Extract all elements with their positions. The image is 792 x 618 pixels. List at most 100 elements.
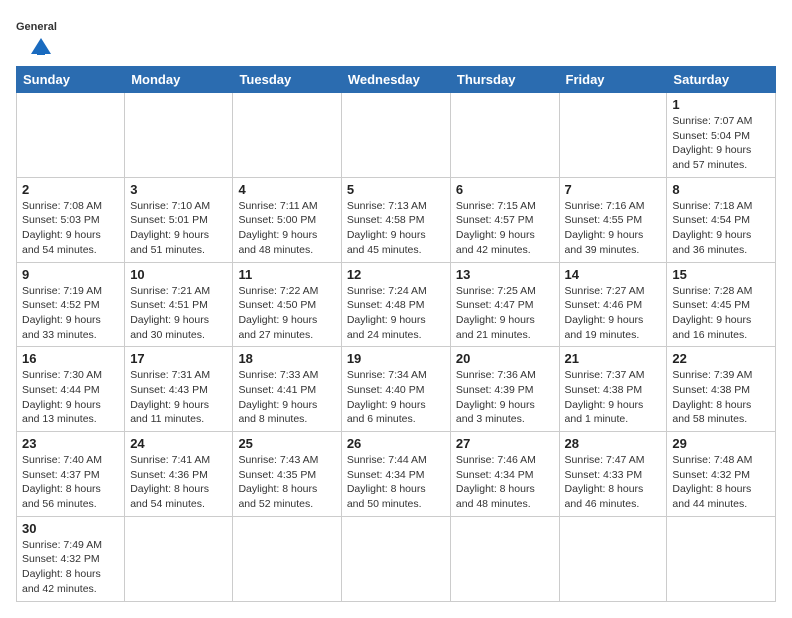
day-info: Sunrise: 7:18 AM Sunset: 4:54 PM Dayligh… bbox=[672, 199, 770, 258]
day-number: 10 bbox=[130, 267, 227, 282]
weekday-header-sunday: Sunday bbox=[17, 67, 125, 93]
day-number: 21 bbox=[565, 351, 662, 366]
day-number: 2 bbox=[22, 182, 119, 197]
day-number: 29 bbox=[672, 436, 770, 451]
day-number: 20 bbox=[456, 351, 554, 366]
day-info: Sunrise: 7:41 AM Sunset: 4:36 PM Dayligh… bbox=[130, 453, 227, 512]
calendar-week-row: 9Sunrise: 7:19 AM Sunset: 4:52 PM Daylig… bbox=[17, 262, 776, 347]
calendar-header-row: SundayMondayTuesdayWednesdayThursdayFrid… bbox=[17, 67, 776, 93]
day-number: 23 bbox=[22, 436, 119, 451]
calendar-cell: 11Sunrise: 7:22 AM Sunset: 4:50 PM Dayli… bbox=[233, 262, 341, 347]
calendar-week-row: 16 Sunrise: 7:30 AM Sunset: 4:44 PM Dayli… bbox=[17, 347, 776, 432]
calendar-cell: 29 Sunrise: 7:48 AM Sunset: 4:32 PM Dayli… bbox=[667, 432, 776, 517]
calendar-cell: 15 Sunrise: 7:28 AM Sunset: 4:45 PM Dayli… bbox=[667, 262, 776, 347]
calendar-cell: 14 Sunrise: 7:27 AM Sunset: 4:46 PM Dayli… bbox=[559, 262, 667, 347]
calendar-cell: 2 Sunrise: 7:08 AM Sunset: 5:03 PM Daylig… bbox=[17, 177, 125, 262]
logo: General bbox=[16, 16, 66, 56]
day-info: Sunrise: 7:43 AM Sunset: 4:35 PM Dayligh… bbox=[238, 453, 335, 512]
day-number: 18 bbox=[238, 351, 335, 366]
calendar-cell: 12 Sunrise: 7:24 AM Sunset: 4:48 PM Dayli… bbox=[341, 262, 450, 347]
day-number: 1 bbox=[672, 97, 770, 112]
calendar-cell: 23 Sunrise: 7:40 AM Sunset: 4:37 PM Dayli… bbox=[17, 432, 125, 517]
day-info: Sunrise: 7:31 AM Sunset: 4:43 PM Dayligh… bbox=[130, 368, 227, 427]
day-number: 4 bbox=[238, 182, 335, 197]
calendar-cell bbox=[125, 93, 233, 178]
day-number: 13 bbox=[456, 267, 554, 282]
calendar-cell: 18 Sunrise: 7:33 AM Sunset: 4:41 PM Dayli… bbox=[233, 347, 341, 432]
day-number: 24 bbox=[130, 436, 227, 451]
calendar-cell: 1Sunrise: 7:07 AM Sunset: 5:04 PM Daylig… bbox=[667, 93, 776, 178]
calendar-cell bbox=[559, 93, 667, 178]
calendar-cell: 17 Sunrise: 7:31 AM Sunset: 4:43 PM Dayli… bbox=[125, 347, 233, 432]
day-number: 28 bbox=[565, 436, 662, 451]
calendar-cell: 9Sunrise: 7:19 AM Sunset: 4:52 PM Daylig… bbox=[17, 262, 125, 347]
day-info: Sunrise: 7:47 AM Sunset: 4:33 PM Dayligh… bbox=[565, 453, 662, 512]
calendar-cell: 25 Sunrise: 7:43 AM Sunset: 4:35 PM Dayli… bbox=[233, 432, 341, 517]
calendar-cell: 28 Sunrise: 7:47 AM Sunset: 4:33 PM Dayli… bbox=[559, 432, 667, 517]
calendar-cell: 26Sunrise: 7:44 AM Sunset: 4:34 PM Dayli… bbox=[341, 432, 450, 517]
day-info: Sunrise: 7:46 AM Sunset: 4:34 PM Dayligh… bbox=[456, 453, 554, 512]
calendar-cell: 5 Sunrise: 7:13 AM Sunset: 4:58 PM Daylig… bbox=[341, 177, 450, 262]
day-info: Sunrise: 7:36 AM Sunset: 4:39 PM Dayligh… bbox=[456, 368, 554, 427]
day-number: 7 bbox=[565, 182, 662, 197]
day-number: 14 bbox=[565, 267, 662, 282]
calendar-cell: 6Sunrise: 7:15 AM Sunset: 4:57 PM Daylig… bbox=[450, 177, 559, 262]
day-info: Sunrise: 7:37 AM Sunset: 4:38 PM Dayligh… bbox=[565, 368, 662, 427]
day-info: Sunrise: 7:22 AM Sunset: 4:50 PM Dayligh… bbox=[238, 284, 335, 343]
day-info: Sunrise: 7:21 AM Sunset: 4:51 PM Dayligh… bbox=[130, 284, 227, 343]
day-info: Sunrise: 7:33 AM Sunset: 4:41 PM Dayligh… bbox=[238, 368, 335, 427]
svg-text:General: General bbox=[16, 21, 57, 33]
day-info: Sunrise: 7:39 AM Sunset: 4:38 PM Dayligh… bbox=[672, 368, 770, 427]
day-info: Sunrise: 7:49 AM Sunset: 4:32 PM Dayligh… bbox=[22, 538, 119, 597]
day-info: Sunrise: 7:10 AM Sunset: 5:01 PM Dayligh… bbox=[130, 199, 227, 258]
day-number: 17 bbox=[130, 351, 227, 366]
weekday-header-saturday: Saturday bbox=[667, 67, 776, 93]
day-number: 16 bbox=[22, 351, 119, 366]
day-number: 25 bbox=[238, 436, 335, 451]
day-info: Sunrise: 7:40 AM Sunset: 4:37 PM Dayligh… bbox=[22, 453, 119, 512]
day-number: 30 bbox=[22, 521, 119, 536]
day-info: Sunrise: 7:16 AM Sunset: 4:55 PM Dayligh… bbox=[565, 199, 662, 258]
calendar-cell bbox=[233, 516, 341, 601]
calendar-cell: 30 Sunrise: 7:49 AM Sunset: 4:32 PM Dayli… bbox=[17, 516, 125, 601]
day-info: Sunrise: 7:28 AM Sunset: 4:45 PM Dayligh… bbox=[672, 284, 770, 343]
weekday-header-monday: Monday bbox=[125, 67, 233, 93]
day-number: 5 bbox=[347, 182, 445, 197]
day-info: Sunrise: 7:48 AM Sunset: 4:32 PM Dayligh… bbox=[672, 453, 770, 512]
calendar-cell: 10 Sunrise: 7:21 AM Sunset: 4:51 PM Dayli… bbox=[125, 262, 233, 347]
day-number: 3 bbox=[130, 182, 227, 197]
day-info: Sunrise: 7:24 AM Sunset: 4:48 PM Dayligh… bbox=[347, 284, 445, 343]
calendar-cell: 7 Sunrise: 7:16 AM Sunset: 4:55 PM Daylig… bbox=[559, 177, 667, 262]
day-info: Sunrise: 7:25 AM Sunset: 4:47 PM Dayligh… bbox=[456, 284, 554, 343]
calendar-week-row: 2 Sunrise: 7:08 AM Sunset: 5:03 PM Daylig… bbox=[17, 177, 776, 262]
calendar-week-row: 1Sunrise: 7:07 AM Sunset: 5:04 PM Daylig… bbox=[17, 93, 776, 178]
weekday-header-friday: Friday bbox=[559, 67, 667, 93]
day-info: Sunrise: 7:08 AM Sunset: 5:03 PM Dayligh… bbox=[22, 199, 119, 258]
day-info: Sunrise: 7:30 AM Sunset: 4:44 PM Dayligh… bbox=[22, 368, 119, 427]
day-info: Sunrise: 7:27 AM Sunset: 4:46 PM Dayligh… bbox=[565, 284, 662, 343]
calendar-table: SundayMondayTuesdayWednesdayThursdayFrid… bbox=[16, 66, 776, 602]
day-number: 8 bbox=[672, 182, 770, 197]
calendar-cell: 22 Sunrise: 7:39 AM Sunset: 4:38 PM Dayli… bbox=[667, 347, 776, 432]
day-number: 22 bbox=[672, 351, 770, 366]
day-info: Sunrise: 7:11 AM Sunset: 5:00 PM Dayligh… bbox=[238, 199, 335, 258]
calendar-cell: 27Sunrise: 7:46 AM Sunset: 4:34 PM Dayli… bbox=[450, 432, 559, 517]
generalblue-logo-svg: General bbox=[16, 16, 66, 56]
day-number: 9 bbox=[22, 267, 119, 282]
page-header: General bbox=[16, 16, 776, 56]
calendar-cell bbox=[233, 93, 341, 178]
day-number: 15 bbox=[672, 267, 770, 282]
calendar-cell: 24 Sunrise: 7:41 AM Sunset: 4:36 PM Dayli… bbox=[125, 432, 233, 517]
calendar-cell bbox=[341, 93, 450, 178]
calendar-cell bbox=[125, 516, 233, 601]
calendar-cell: 19Sunrise: 7:34 AM Sunset: 4:40 PM Dayli… bbox=[341, 347, 450, 432]
day-info: Sunrise: 7:34 AM Sunset: 4:40 PM Dayligh… bbox=[347, 368, 445, 427]
calendar-cell bbox=[667, 516, 776, 601]
calendar-cell bbox=[559, 516, 667, 601]
day-info: Sunrise: 7:13 AM Sunset: 4:58 PM Dayligh… bbox=[347, 199, 445, 258]
day-info: Sunrise: 7:44 AM Sunset: 4:34 PM Dayligh… bbox=[347, 453, 445, 512]
day-number: 12 bbox=[347, 267, 445, 282]
calendar-cell: 3 Sunrise: 7:10 AM Sunset: 5:01 PM Daylig… bbox=[125, 177, 233, 262]
calendar-week-row: 23 Sunrise: 7:40 AM Sunset: 4:37 PM Dayli… bbox=[17, 432, 776, 517]
calendar-cell: 13 Sunrise: 7:25 AM Sunset: 4:47 PM Dayli… bbox=[450, 262, 559, 347]
